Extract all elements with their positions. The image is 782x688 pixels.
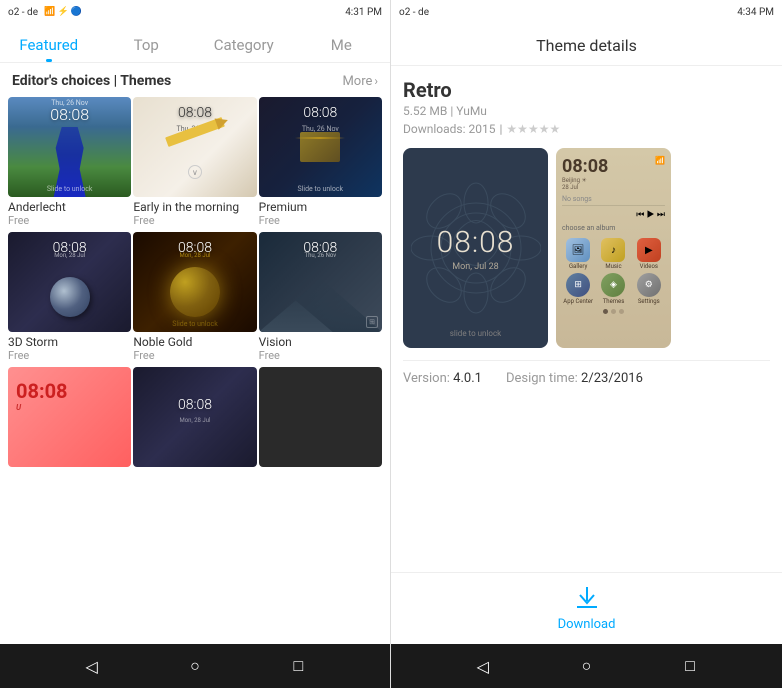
theme-thumb-noble: 08:08 Mon, 28 Jul Slide to unlock bbox=[133, 232, 256, 332]
back-button-right[interactable]: ◁ bbox=[468, 651, 498, 681]
retro-date: Mon, Jul 28 bbox=[437, 262, 515, 272]
download-icon bbox=[573, 585, 601, 615]
theme-version-row: Version: 4.0.1 Design time: 2/23/2016 bbox=[403, 360, 770, 396]
time-right: 4:34 PM bbox=[737, 7, 774, 18]
vintage-home-screen: 08:08 Beijing ☀ 28 Jul 📶 No songs ⏮ ▶ ⏭ … bbox=[556, 148, 671, 348]
version-item: Version: 4.0.1 bbox=[403, 371, 482, 386]
noble-ring-icon bbox=[170, 267, 220, 317]
settings-icon: ⚙ bbox=[637, 273, 661, 297]
download-button[interactable]: Download bbox=[403, 585, 770, 632]
theme-thumb-anderlecht: 08:08 Thu, 26 Nov Slide to unlock bbox=[8, 97, 131, 197]
chevron-right-icon: › bbox=[374, 74, 378, 88]
chevron-down-icon: ∨ bbox=[188, 165, 202, 179]
theme-item-3dstorm[interactable]: 08:08 Mon, 28 Jul 3D Storm Free bbox=[8, 232, 131, 365]
themes-scroll[interactable]: 08:08 Thu, 26 Nov Slide to unlock Anderl… bbox=[0, 97, 390, 644]
theme-name-detail: Retro bbox=[403, 78, 770, 102]
left-panel: o2 - de 📶 ⚡ 🔵 4:31 PM Featured Top Categ… bbox=[0, 0, 391, 688]
download-label: Download bbox=[558, 617, 616, 632]
themes-icon: ◈ bbox=[601, 273, 625, 297]
preview-secondary-image[interactable]: 08:08 Beijing ☀ 28 Jul 📶 No songs ⏮ ▶ ⏭ … bbox=[556, 148, 671, 348]
tab-me[interactable]: Me bbox=[293, 24, 391, 62]
home-button-right[interactable]: ○ bbox=[571, 651, 601, 681]
theme-meta: 5.52 MB | YuMu bbox=[403, 104, 770, 118]
home-button-left[interactable]: ○ bbox=[180, 651, 210, 681]
dot-indicator bbox=[603, 309, 608, 314]
theme-item-bottom1[interactable]: 08:08 U bbox=[8, 367, 131, 473]
gold-shape-icon bbox=[300, 132, 340, 162]
theme-thumb-morning: 08:08 Thu, 26 Nov ∨ bbox=[133, 97, 256, 197]
recent-button-left[interactable]: □ bbox=[283, 651, 313, 681]
theme-item-anderlecht[interactable]: 08:08 Thu, 26 Nov Slide to unlock Anderl… bbox=[8, 97, 131, 230]
theme-thumb-3dstorm: 08:08 Mon, 28 Jul bbox=[8, 232, 131, 332]
theme-item-noblegold[interactable]: 08:08 Mon, 28 Jul Slide to unlock Noble … bbox=[133, 232, 256, 365]
back-button-left[interactable]: ◁ bbox=[77, 651, 107, 681]
page-title: Theme details bbox=[536, 36, 637, 55]
preview-images: 08:08 Mon, Jul 28 slide to unlock 08:08 … bbox=[403, 148, 770, 348]
right-panel: o2 - de 4:34 PM Theme details Retro 5.52… bbox=[391, 0, 782, 688]
dot-indicator bbox=[619, 309, 624, 314]
theme-downloads: Downloads: 2015 | ★★★★★ bbox=[403, 122, 770, 136]
theme-thumb-vision: 08:08 Thu, 26 Nov ⊞ bbox=[259, 232, 382, 332]
theme-size: 5.52 MB bbox=[403, 104, 447, 118]
theme-detail-content: Retro 5.52 MB | YuMu Downloads: 2015 | ★… bbox=[391, 66, 782, 572]
retro-lock-screen: 08:08 Mon, Jul 28 slide to unlock bbox=[403, 148, 548, 348]
tab-top[interactable]: Top bbox=[98, 24, 196, 62]
videos-icon: ▶ bbox=[637, 238, 661, 262]
left-bottom-nav: ◁ ○ □ bbox=[0, 644, 390, 688]
tab-category[interactable]: Category bbox=[195, 24, 293, 62]
recent-button-right[interactable]: □ bbox=[675, 651, 705, 681]
section-title: Editor's choices | Themes bbox=[12, 73, 171, 89]
theme-item-premium[interactable]: 08:08 Thu, 26 Nov Slide to unlock Premiu… bbox=[259, 97, 382, 230]
more-link[interactable]: More › bbox=[342, 74, 378, 89]
theme-item-morning[interactable]: 08:08 Thu, 26 Nov ∨ Early in the morning… bbox=[133, 97, 256, 230]
slide-to-unlock-text: slide to unlock bbox=[450, 329, 501, 338]
tab-featured[interactable]: Featured bbox=[0, 24, 98, 62]
right-header: Theme details bbox=[391, 24, 782, 66]
theme-thumb-bottom2: 08:08 Mon, 28 Jul bbox=[133, 367, 256, 467]
dot-indicator bbox=[611, 309, 616, 314]
time-left: 4:31 PM bbox=[345, 7, 382, 18]
theme-item-vision[interactable]: 08:08 Thu, 26 Nov ⊞ Vision Free bbox=[259, 232, 382, 365]
carrier-right: o2 - de bbox=[399, 7, 429, 18]
media-controls-icon: ⏮ ▶ ⏭ bbox=[562, 210, 665, 220]
status-right: 4:31 PM bbox=[345, 7, 382, 18]
theme-thumb-bottom3 bbox=[259, 367, 382, 467]
gallery-icon: 🖼 bbox=[566, 238, 590, 262]
right-bottom-nav: ◁ ○ □ bbox=[391, 644, 782, 688]
design-time-item: Design time: 2/23/2016 bbox=[506, 371, 643, 386]
theme-thumb-bottom1: 08:08 U bbox=[8, 367, 131, 467]
download-section: Download bbox=[391, 572, 782, 644]
globe-3d-icon bbox=[50, 277, 90, 317]
nav-tabs: Featured Top Category Me bbox=[0, 24, 390, 63]
divider: | bbox=[499, 122, 502, 136]
theme-item-bottom3[interactable] bbox=[259, 367, 382, 473]
theme-thumb-premium: 08:08 Thu, 26 Nov Slide to unlock bbox=[259, 97, 382, 197]
left-status-bar: o2 - de 📶 ⚡ 🔵 4:31 PM bbox=[0, 0, 390, 24]
theme-item-bottom2[interactable]: 08:08 Mon, 28 Jul bbox=[133, 367, 256, 473]
themes-grid: 08:08 Thu, 26 Nov Slide to unlock Anderl… bbox=[0, 97, 390, 473]
theme-author: YuMu bbox=[456, 104, 487, 118]
star-rating: ★★★★★ bbox=[506, 122, 560, 136]
app-center-icon: ⊞ bbox=[566, 273, 590, 297]
section-header: Editor's choices | Themes More › bbox=[0, 63, 390, 97]
status-icons-left: 📶 ⚡ 🔵 bbox=[44, 7, 82, 17]
grid-icon: ⊞ bbox=[366, 316, 378, 328]
preview-main-image[interactable]: 08:08 Mon, Jul 28 slide to unlock bbox=[403, 148, 548, 348]
status-left: o2 - de 📶 ⚡ 🔵 bbox=[8, 7, 82, 18]
right-status-bar: o2 - de 4:34 PM bbox=[391, 0, 782, 24]
carrier-left: o2 - de bbox=[8, 7, 38, 18]
music-icon: ♪ bbox=[601, 238, 625, 262]
retro-clock: 08:08 bbox=[437, 225, 515, 260]
